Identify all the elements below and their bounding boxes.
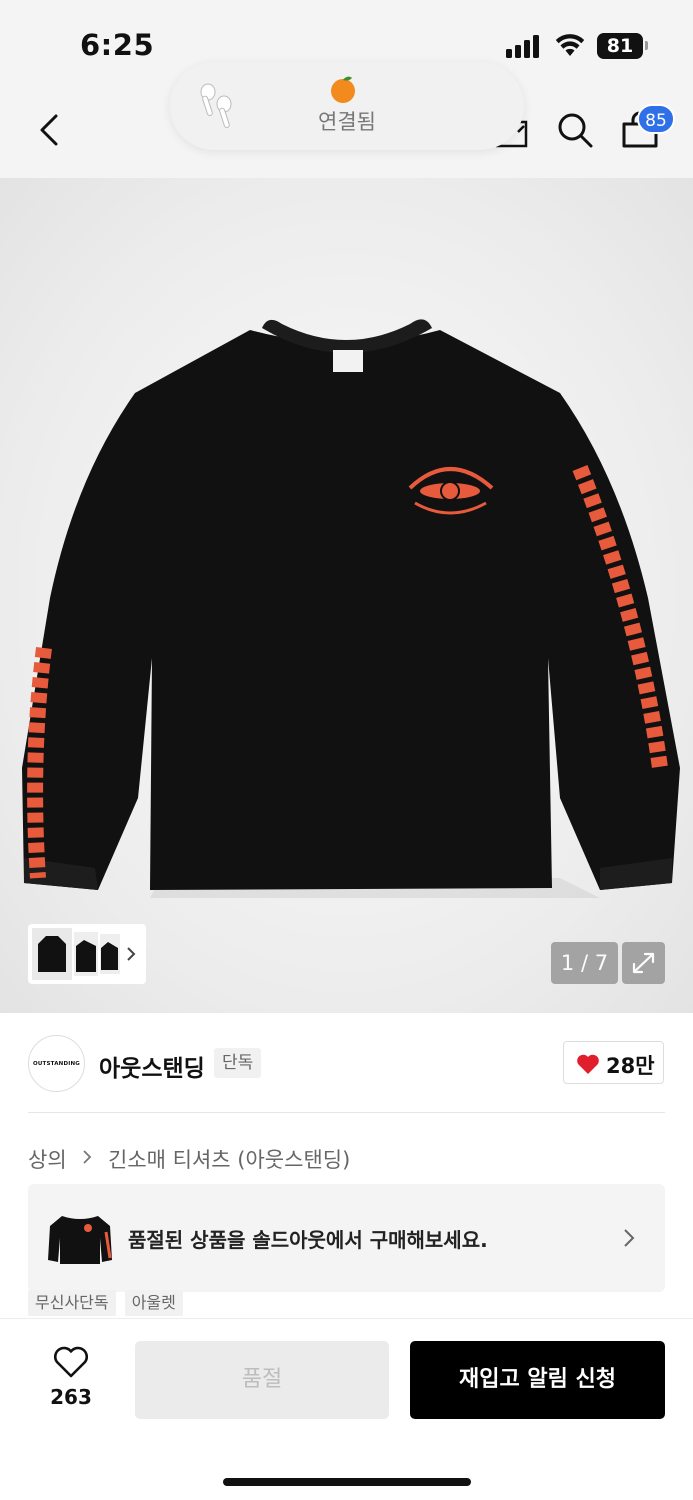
back-arrow-icon[interactable] — [30, 110, 70, 150]
soldout-promo-card[interactable]: 품절된 상품을 솔드아웃에서 구매해보세요. — [28, 1184, 665, 1292]
soldout-promo-text: 품절된 상품을 솔드아웃에서 구매해보세요. — [128, 1228, 488, 1252]
brand-name[interactable]: 아웃스탠딩 — [99, 1049, 205, 1083]
wishlist-count: 263 — [50, 1385, 92, 1409]
breadcrumb: 상의 긴소매 티셔츠 (아웃스탠딩) — [28, 1144, 350, 1174]
soldout-button: 품절 — [135, 1341, 389, 1419]
connection-status: 연결됨 — [318, 110, 376, 134]
brand-row: OUTSTANDING 아웃스탠딩 단독 28만 — [0, 1013, 693, 1113]
brand-logo[interactable]: OUTSTANDING — [28, 1035, 85, 1092]
home-indicator[interactable] — [223, 1478, 471, 1486]
chevron-right-icon — [127, 947, 136, 961]
heart-outline-icon — [54, 1346, 88, 1378]
wifi-icon — [555, 34, 585, 56]
tag[interactable]: 무신사단독 — [28, 1290, 116, 1316]
cellular-signal-icon — [506, 34, 544, 58]
brand-like-count: 28만 — [606, 1054, 655, 1078]
battery-icon — [645, 41, 648, 50]
cart-count-badge[interactable]: 85 — [637, 104, 675, 134]
heart-filled-icon — [577, 1054, 599, 1074]
product-tags: 무신사단독 아울렛 — [28, 1290, 187, 1316]
brand-like-button[interactable]: 28만 — [563, 1041, 664, 1084]
chevron-right-icon — [83, 1150, 92, 1164]
thumbnail-image — [32, 928, 136, 980]
airpods-connection-popup: 연결됨 — [170, 62, 524, 150]
breadcrumb-current[interactable]: 긴소매 티셔츠 (아웃스탠딩) — [108, 1144, 350, 1174]
product-image — [22, 319, 680, 898]
chevron-right-icon — [624, 1229, 635, 1247]
product-image-gallery[interactable]: 1 / 7 — [0, 178, 693, 1013]
expand-icon[interactable] — [622, 942, 665, 984]
divider — [28, 1112, 665, 1113]
tag[interactable]: 아울렛 — [124, 1290, 183, 1316]
restock-alert-button[interactable]: 재입고 알림 신청 — [410, 1341, 665, 1419]
exclusive-badge: 단독 — [214, 1048, 262, 1078]
soldout-product-thumbnail — [48, 1216, 112, 1264]
orange-emoji-icon — [331, 76, 355, 103]
wishlist-button[interactable]: 263 — [40, 1345, 102, 1409]
image-pager: 1 / 7 — [551, 942, 618, 984]
status-time: 6:25 — [80, 28, 155, 62]
image-thumbnail-strip[interactable] — [28, 924, 146, 984]
breadcrumb-parent[interactable]: 상의 — [28, 1144, 67, 1174]
bottom-action-bar: 263 품절 재입고 알림 신청 — [0, 1318, 693, 1500]
battery-level: 81 — [597, 33, 643, 59]
search-icon[interactable] — [555, 110, 595, 150]
